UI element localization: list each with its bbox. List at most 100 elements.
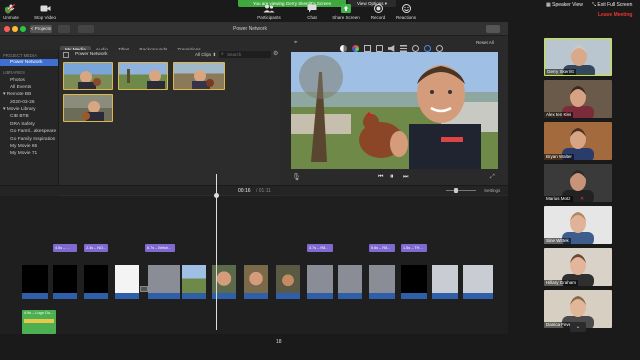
noise-reduction-icon[interactable] [400, 45, 407, 52]
participant-tile[interactable]: Hillary Graham [544, 248, 612, 286]
projects-button[interactable]: < Projects [30, 25, 52, 33]
sidebar-toggle-icon[interactable] [63, 52, 69, 58]
chat-button[interactable]: Chat [302, 4, 322, 20]
playhead-handle[interactable] [214, 193, 219, 198]
sidebar-item-library[interactable]: All Events [0, 84, 58, 91]
reset-all-button[interactable]: Reset All [476, 39, 494, 47]
title-clip[interactable]: 4.5s – ... [53, 244, 77, 252]
video-clip[interactable] [53, 265, 77, 299]
video-clip[interactable] [84, 265, 108, 299]
transition-icon[interactable] [140, 286, 148, 292]
skip-back-icon[interactable]: ⏮ [378, 174, 383, 181]
import-button[interactable] [58, 25, 70, 33]
sidebar-item-library[interactable]: Photos [0, 76, 58, 83]
sidebar-item-library[interactable]: DRA Safety [0, 121, 58, 128]
zoom-slider-knob[interactable] [454, 188, 458, 193]
sidebar-item-library[interactable]: ▾ Movie Library [0, 106, 58, 113]
search-icon: ⌕ [221, 51, 224, 57]
info-icon[interactable] [436, 45, 443, 52]
audio-clip[interactable]: 4.9s – Logo Ou... [22, 310, 56, 334]
crop-icon[interactable] [364, 45, 371, 52]
media-thumbnail[interactable] [63, 62, 113, 90]
imovie-window: < Projects Power Network My MediaAudioTi… [0, 22, 508, 334]
fullscreen-icon[interactable]: ⤢ [490, 174, 495, 181]
muted-mic-icon [7, 4, 15, 13]
sidebar-item-library[interactable]: CIB BTB [0, 113, 58, 120]
participant-tile[interactable]: Bryan Walter [544, 122, 612, 160]
current-timecode: 00:16 [238, 188, 251, 194]
title-clip[interactable]: 5.6s – R8... [369, 244, 395, 252]
stabilization-icon[interactable] [376, 45, 383, 52]
sidebar-item-library[interactable]: Go FamIl...akespeare [0, 128, 58, 135]
sidebar-item-library[interactable]: ▾ Remote BB [0, 91, 58, 98]
exit-full-screen-button[interactable]: ⤡ Exit Full Screen [592, 0, 632, 10]
video-clip[interactable] [401, 265, 427, 299]
sidebar-item-library[interactable]: Go Family Inspiration [0, 135, 58, 142]
video-clip[interactable] [148, 265, 180, 299]
voiceover-mic-icon[interactable]: 🎙 [292, 173, 301, 181]
record-button[interactable]: Record [368, 4, 388, 20]
speed-icon[interactable] [412, 45, 419, 52]
participants-button[interactable]: Participants [254, 4, 284, 20]
participant-tile[interactable]: Sine Wittek [544, 206, 612, 244]
crop-tool-icon[interactable]: ⌖ [294, 40, 297, 47]
video-clip[interactable] [22, 265, 48, 299]
sidebar-item-library[interactable]: 2020-03-26 [0, 99, 58, 106]
video-clip[interactable] [307, 265, 333, 299]
window-close-button[interactable] [4, 26, 10, 32]
video-clip[interactable] [338, 265, 362, 299]
reactions-button[interactable]: Reactions [394, 4, 418, 20]
media-thumbnail[interactable] [173, 62, 225, 90]
window-minimize-button[interactable] [12, 26, 18, 32]
skip-forward-icon[interactable]: ⏭ [403, 174, 408, 181]
share-screen-button[interactable]: Share Screen [330, 4, 362, 20]
leave-meeting-button[interactable]: Leave Meeting [598, 12, 632, 18]
clip-audio [115, 293, 139, 299]
speaker-view-button[interactable]: ▦ Speaker View [546, 0, 583, 10]
timeline-settings-button[interactable]: Settings [484, 186, 500, 196]
title-clip[interactable]: 3.7s – R8... [307, 244, 333, 252]
video-clip[interactable] [182, 265, 206, 299]
zoom-slider[interactable] [446, 190, 476, 191]
video-clip[interactable] [115, 265, 139, 299]
title-clip[interactable]: 6.7s – Britsh... [145, 244, 175, 252]
video-clip[interactable] [432, 265, 458, 299]
video-clip[interactable] [244, 265, 268, 299]
video-clip[interactable] [369, 265, 395, 299]
participant-name: Gerry Skerritt [545, 69, 576, 75]
sidebar-item-library[interactable]: My Movie 65 [0, 143, 58, 150]
media-thumbnail[interactable] [63, 94, 113, 122]
participant-tile[interactable]: Marius Motz ✕ [544, 164, 612, 202]
participant-tile[interactable]: Alex ten Klei [544, 80, 612, 118]
sidebar-item-library[interactable]: My Movie 71 [0, 150, 58, 157]
search-input[interactable]: Search [219, 51, 271, 58]
participant-count: 18 [276, 339, 282, 345]
participant-name: Danica Feve [544, 322, 574, 328]
sidebar-item-project[interactable]: Power Network [0, 59, 58, 67]
audio-waveform [24, 319, 54, 323]
window-zoom-button[interactable] [20, 26, 26, 32]
share-button[interactable] [486, 25, 500, 33]
video-clip[interactable] [463, 265, 493, 299]
color-balance-icon[interactable] [340, 45, 347, 52]
title-clip[interactable]: 2.3s – NO... [84, 244, 108, 252]
title-clip[interactable]: 1.5s – TH... [401, 244, 427, 252]
import-arrow-icon[interactable] [78, 25, 94, 33]
video-clip[interactable] [276, 265, 300, 299]
participant-name: Sine Wittek [544, 238, 571, 244]
clip-filter-icon[interactable] [424, 45, 431, 52]
browser-project-label: Power Network [75, 52, 108, 57]
clip-audio [22, 293, 48, 299]
play-pause-button[interactable]: ⏸ [390, 173, 394, 181]
volume-icon[interactable] [388, 45, 395, 52]
media-thumbnail[interactable] [118, 62, 168, 90]
viewer-video-frame [291, 52, 498, 169]
all-clips-dropdown[interactable]: All Clips ⬍ [195, 50, 216, 60]
color-correction-icon[interactable] [352, 45, 359, 52]
settings-gear-icon[interactable]: ⚙ [273, 51, 278, 58]
participant-tile[interactable]: Gerry Skerritt [544, 38, 612, 76]
clip-audio [369, 293, 395, 299]
unmute-button[interactable]: Unmute [2, 4, 20, 20]
stop-video-button[interactable]: Stop Video [32, 4, 58, 20]
participants-scroll-down-button[interactable]: ⌄ [570, 322, 586, 332]
